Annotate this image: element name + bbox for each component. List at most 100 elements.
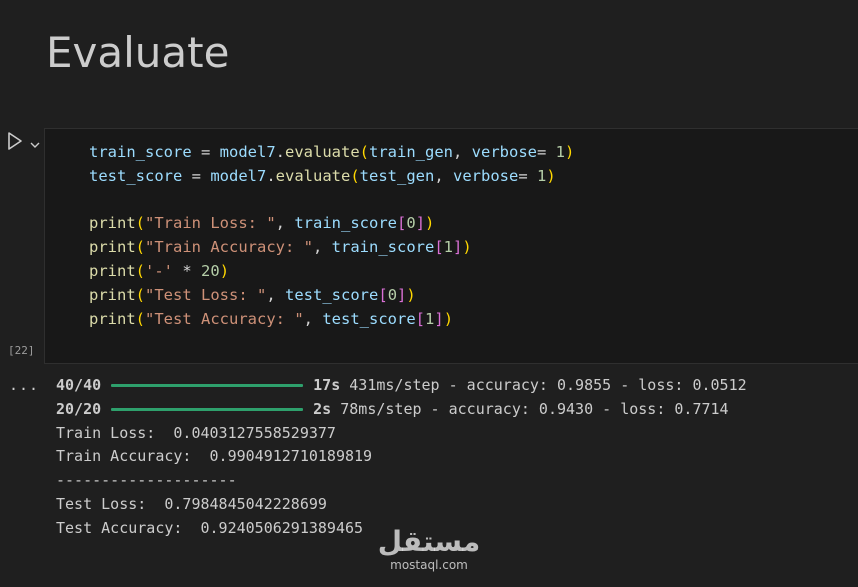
code-token: ( — [135, 261, 146, 280]
code-token: model7 — [219, 143, 276, 161]
markdown-heading: Evaluate — [46, 28, 230, 77]
output-text-line: Train Loss: 0.0403127558529377 — [56, 423, 336, 442]
output-text-line: Train Accuracy: 0.9904912710189819 — [56, 447, 373, 466]
notebook-page: Evaluate [22] train_score = model7.evalu… — [0, 0, 858, 587]
code-token: evaluate — [285, 143, 360, 161]
progress-time: 17s — [313, 376, 341, 394]
code-token: print — [89, 238, 136, 257]
code-line: print("Test Loss: ", test_score[0]) — [89, 284, 574, 308]
code-token: , — [434, 166, 453, 185]
code-line: train_score = model7.evaluate(train_gen,… — [89, 141, 574, 165]
code-token: . — [266, 166, 276, 185]
code-token: train_score — [89, 143, 192, 161]
code-token: , — [266, 285, 286, 304]
code-token: , — [453, 143, 472, 161]
code-token: ) — [406, 285, 416, 304]
code-token: ] — [453, 238, 463, 257]
chevron-down-icon — [30, 142, 40, 148]
code-line: print("Test Accuracy: ", test_score[1]) — [89, 308, 574, 332]
code-token: "Train Loss: " — [145, 214, 276, 233]
watermark-arabic-text: مستقل — [377, 525, 481, 558]
run-options-dropdown[interactable] — [29, 135, 41, 148]
code-line: print('-' * 20) — [89, 260, 574, 284]
code-token: test_score — [322, 309, 416, 328]
code-token: "Train Accuracy: " — [145, 238, 313, 257]
code-token: ( — [135, 285, 146, 304]
code-cell-editor[interactable]: train_score = model7.evaluate(train_gen,… — [44, 128, 858, 364]
cell-output: 40/40 17s 431ms/step - accuracy: 0.9855 -… — [56, 374, 747, 541]
code-token: = — [182, 166, 211, 185]
code-line: test_score = model7.evaluate(test_gen, v… — [89, 165, 574, 189]
code-token: ] — [397, 285, 407, 304]
code-token: [ — [378, 285, 388, 304]
code-token: train_score — [294, 214, 397, 233]
progress-steps: 40/40 — [56, 376, 102, 394]
output-more-actions-button[interactable]: ... — [9, 376, 39, 394]
code-token: ) — [219, 261, 230, 280]
code-token: ( — [135, 238, 146, 257]
code-content[interactable]: train_score = model7.evaluate(train_gen,… — [89, 141, 574, 331]
watermark-url-text: mostaql.com — [390, 558, 468, 572]
code-token: evaluate — [275, 166, 351, 185]
code-token: ( — [350, 166, 360, 185]
output-text-line: Test Loss: 0.7984845042228699 — [56, 494, 327, 513]
code-token: ( — [359, 143, 369, 161]
code-token: . — [275, 143, 285, 161]
code-token: ) — [443, 309, 454, 328]
code-token: [ — [415, 309, 425, 328]
code-token: 0 — [387, 285, 398, 304]
code-token: 1 — [555, 143, 566, 161]
code-token: ) — [462, 238, 472, 257]
code-token: verbose — [453, 166, 519, 185]
watermark-logo: مستقل mostaql.com — [376, 526, 482, 576]
code-token: test_gen — [359, 166, 435, 185]
execution-count: [22] — [8, 344, 35, 357]
progress-metrics: 431ms/step - accuracy: 0.9855 - loss: 0.… — [340, 376, 747, 394]
code-token: print — [89, 214, 136, 233]
code-token: print — [89, 285, 136, 304]
code-token: verbose — [471, 143, 537, 161]
code-token: test_score — [285, 285, 379, 304]
code-token: 1 — [537, 166, 547, 185]
code-token: ) — [546, 166, 556, 185]
progress-bar — [111, 384, 304, 388]
code-token: 20 — [201, 261, 220, 280]
code-token: ( — [135, 309, 146, 328]
progress-metrics: 78ms/step - accuracy: 0.9430 - loss: 0.7… — [331, 399, 729, 418]
code-token: ) — [565, 143, 575, 161]
run-cell-button[interactable] — [6, 131, 24, 151]
code-token: 1 — [425, 309, 435, 328]
code-token: test_score — [89, 166, 183, 185]
code-token: ) — [425, 214, 435, 233]
code-token: "Test Loss: " — [145, 285, 267, 304]
play-icon — [8, 132, 22, 150]
code-token: train_score — [331, 238, 435, 257]
progress-line: 40/40 17s 431ms/step - accuracy: 0.9855 -… — [56, 374, 747, 398]
progress-steps: 20/20 — [56, 399, 102, 418]
code-token: '-' — [145, 261, 174, 280]
code-token: , — [303, 309, 323, 328]
code-token: [ — [397, 214, 407, 233]
code-token: model7 — [210, 166, 267, 185]
code-token: ( — [135, 214, 146, 233]
progress-time: 2s — [313, 399, 332, 418]
code-token: , — [313, 238, 332, 257]
code-token: print — [89, 261, 136, 280]
code-token: , — [275, 214, 295, 233]
progress-line: 20/20 2s 78ms/step - accuracy: 0.9430 - l… — [56, 398, 747, 422]
output-text-line: -------------------- — [56, 471, 237, 490]
code-token: print — [89, 309, 136, 328]
code-token: 0 — [406, 214, 416, 233]
code-token: = — [537, 143, 556, 161]
code-token: ] — [415, 214, 426, 233]
progress-bar — [111, 408, 304, 412]
code-line: print("Train Accuracy: ", train_score[1]… — [89, 236, 574, 260]
code-token: [ — [434, 238, 444, 257]
code-token: "Test Accuracy: " — [145, 309, 304, 328]
code-token: train_gen — [369, 143, 453, 161]
code-token: = — [518, 166, 537, 185]
code-token: 1 — [443, 238, 454, 257]
code-token: = — [191, 143, 220, 161]
code-token: * — [173, 261, 202, 280]
